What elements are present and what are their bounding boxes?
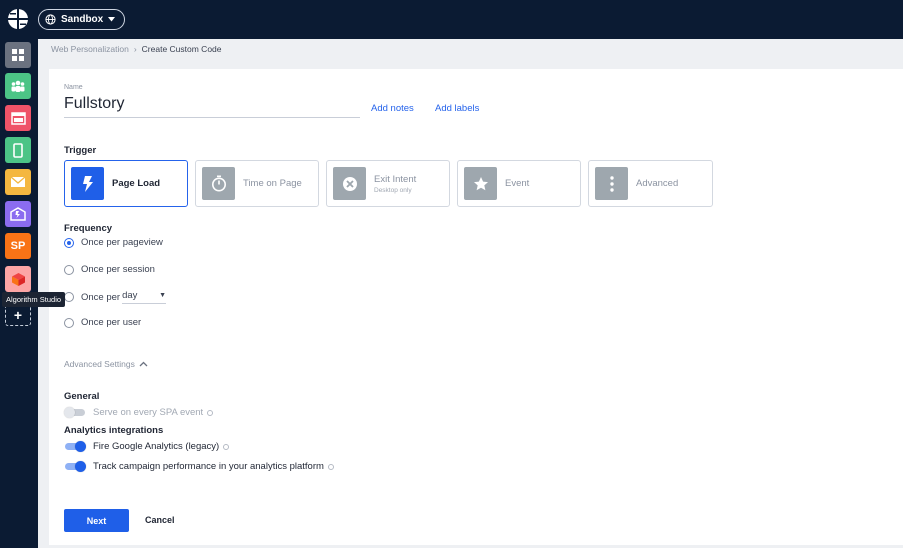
period-select[interactable]: day ▼ <box>122 290 167 304</box>
google-analytics-setting: Fire Google Analytics (legacy) <box>64 441 230 452</box>
breadcrumb-parent-link[interactable]: Web Personalization <box>51 44 129 54</box>
caret-down-icon: ▼ <box>159 292 167 299</box>
lightning-icon <box>71 167 104 200</box>
rail-item-dashboard[interactable] <box>5 42 31 68</box>
info-icon[interactable] <box>207 409 214 416</box>
info-icon[interactable] <box>327 463 334 470</box>
rail-item-algorithm-studio[interactable] <box>5 266 31 292</box>
spa-event-label: Serve on every SPA event <box>93 407 204 418</box>
analytics-title: Analytics integrations <box>64 425 164 436</box>
add-labels-link[interactable]: Add labels <box>435 103 479 114</box>
frequency-option-period[interactable]: Once per day ▼ <box>64 290 167 304</box>
frequency-option-session[interactable]: Once per session <box>64 264 155 275</box>
more-vertical-icon <box>595 167 628 200</box>
radio-label: Once per user <box>81 317 142 328</box>
google-analytics-label: Fire Google Analytics (legacy) <box>93 441 220 452</box>
globe-icon <box>45 14 56 25</box>
trigger-exit-intent[interactable]: Exit Intent Desktop only <box>326 160 450 207</box>
breadcrumb: Web Personalization › Create Custom Code <box>51 44 222 54</box>
messaging-icon <box>10 207 26 221</box>
frequency-option-pageview[interactable]: Once per pageview <box>64 237 163 248</box>
advanced-settings-label: Advanced Settings <box>64 359 135 369</box>
email-icon <box>10 176 26 187</box>
track-campaign-toggle[interactable] <box>64 461 86 472</box>
audience-icon <box>11 80 25 92</box>
info-icon[interactable] <box>223 443 230 450</box>
trigger-event[interactable]: Event <box>457 160 581 207</box>
mobile-icon <box>13 142 23 158</box>
add-notes-link[interactable]: Add notes <box>371 103 414 114</box>
trigger-label: Advanced <box>636 178 679 189</box>
web-personalization-icon <box>10 111 26 125</box>
radio-button[interactable] <box>64 317 74 328</box>
trigger-title: Trigger <box>64 145 97 156</box>
stopwatch-icon <box>202 167 235 200</box>
top-bar: Sandbox <box>0 0 903 39</box>
name-input[interactable]: Fullstory <box>64 95 360 118</box>
track-campaign-setting: Track campaign performance in your analy… <box>64 461 334 472</box>
period-value: day <box>122 290 138 301</box>
rail-item-messaging[interactable] <box>5 201 31 227</box>
frequency-title: Frequency <box>64 223 113 234</box>
caret-down-icon <box>108 17 116 22</box>
rail-tooltip: Algorithm Studio <box>2 292 66 307</box>
radio-label: Once per <box>81 291 121 303</box>
radio-button[interactable] <box>64 292 74 302</box>
advanced-settings-toggle[interactable]: Advanced Settings <box>64 359 148 369</box>
rail-item-audience[interactable] <box>5 73 31 99</box>
environment-switcher[interactable]: Sandbox <box>38 9 126 30</box>
breadcrumb-separator: › <box>133 44 137 54</box>
rail-item-sp[interactable]: SP <box>5 233 31 259</box>
plus-icon: + <box>13 307 23 323</box>
google-analytics-toggle[interactable] <box>64 441 86 452</box>
general-title: General <box>64 391 100 402</box>
frequency-option-user[interactable]: Once per user <box>64 317 141 328</box>
trigger-label: Exit Intent <box>374 173 417 185</box>
trigger-label: Page Load <box>112 178 161 189</box>
star-icon <box>464 167 497 200</box>
radio-button[interactable] <box>64 237 74 248</box>
rail-item-email[interactable] <box>5 169 31 195</box>
brand-logo-icon[interactable] <box>7 8 29 30</box>
spa-event-setting: Serve on every SPA event <box>64 407 214 418</box>
sp-icon: SP <box>10 240 26 252</box>
rail-item-mobile[interactable] <box>5 137 31 163</box>
track-campaign-label: Track campaign performance in your analy… <box>93 461 324 472</box>
close-circle-icon <box>333 167 366 200</box>
environment-label: Sandbox <box>61 14 104 25</box>
add-app-button[interactable]: + <box>5 304 31 326</box>
breadcrumb-current: Create Custom Code <box>141 44 222 54</box>
trigger-label: Time on Page <box>243 178 302 189</box>
radio-label: Once per pageview <box>81 237 163 248</box>
algorithm-studio-icon <box>11 272 25 286</box>
dashboard-grid-icon <box>12 49 24 61</box>
radio-button[interactable] <box>64 264 74 275</box>
trigger-label: Event <box>505 178 530 189</box>
chevron-up-icon <box>139 361 148 367</box>
trigger-page-load[interactable]: Page Load <box>64 160 188 207</box>
spa-event-toggle[interactable] <box>64 407 86 418</box>
name-field-label: Name <box>64 84 83 91</box>
radio-label: Once per session <box>81 264 155 275</box>
cancel-button[interactable]: Cancel <box>145 515 175 525</box>
trigger-sublabel: Desktop only <box>374 186 412 194</box>
create-custom-code-form: Name Fullstory Add notes Add labels Trig… <box>49 69 903 545</box>
next-button[interactable]: Next <box>64 509 129 532</box>
rail-item-web-personalization[interactable] <box>5 105 31 131</box>
trigger-advanced[interactable]: Advanced <box>588 160 713 207</box>
trigger-time-on-page[interactable]: Time on Page <box>195 160 319 207</box>
